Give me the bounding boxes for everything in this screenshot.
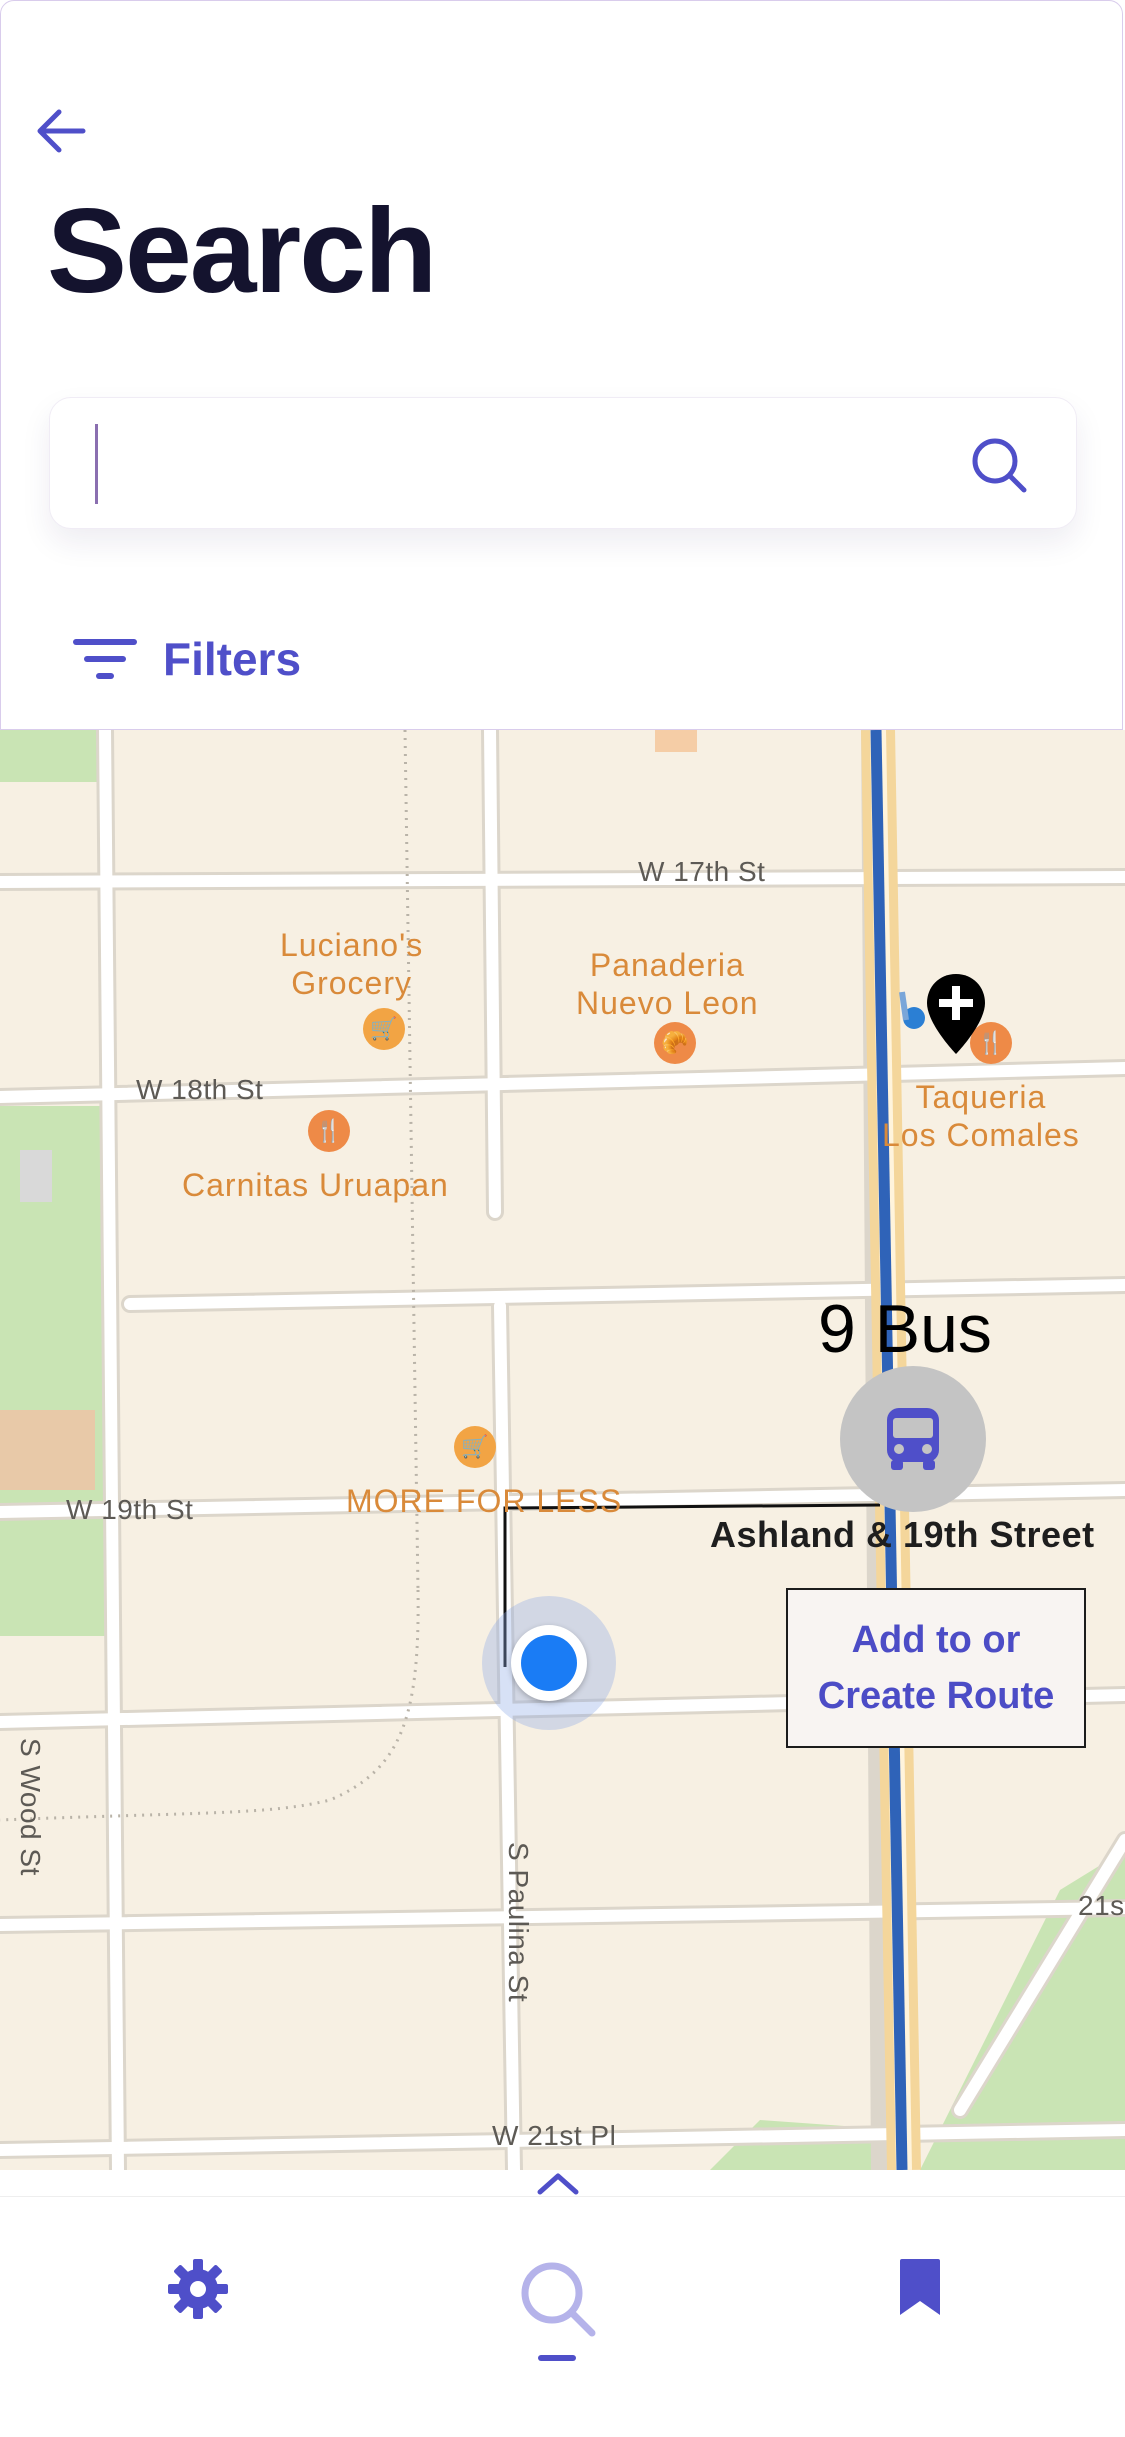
poi-label[interactable]: Panaderia Nuevo Leon [576,946,759,1022]
cart-icon[interactable]: 🛒 [363,1008,405,1050]
poi-label[interactable]: Luciano's Grocery [280,926,423,1002]
filters-label: Filters [163,633,302,685]
poi-label[interactable]: Carnitas Uruapan [182,1166,449,1204]
back-button[interactable] [31,101,91,161]
bus-stop-marker[interactable] [840,1366,986,1512]
bakery-icon[interactable]: 🥐 [654,1022,696,1064]
search-input[interactable] [90,422,954,508]
street-label: S Wood St [15,1738,46,1876]
restaurant-icon[interactable]: 🍴 [308,1110,350,1152]
expand-sheet-button[interactable] [534,2168,582,2198]
bookmark-icon [900,2259,940,2315]
poi-label[interactable]: MORE FOR LESS [346,1482,622,1520]
street-label: W 19th St [66,1494,194,1525]
nav-search[interactable] [508,2257,608,2367]
route-name: 9 Bus [818,1291,992,1367]
search-box[interactable] [49,397,1077,529]
active-tab-indicator [538,2355,576,2361]
stop-name: Ashland & 19th Street [710,1514,1095,1555]
arrow-left-icon [37,109,86,153]
search-icon [972,438,1027,493]
search-submit-button[interactable] [968,434,1030,496]
bus-icon [887,1408,939,1470]
street-label: W 17th St [638,856,766,887]
user-location-dot [511,1625,587,1701]
page-title: Search [47,184,437,318]
cart-icon[interactable]: 🛒 [454,1426,496,1468]
add-pin-icon[interactable] [924,972,988,1056]
search-header: Search Filters [0,0,1123,730]
street-label: 21s [1078,1890,1125,1921]
filter-lines-icon [73,639,137,679]
add-to-route-label: Add to or Create Route [817,1619,1055,1717]
search-icon [521,2262,596,2337]
gear-icon [168,2259,228,2319]
add-to-route-button[interactable]: Add to or Create Route [786,1588,1086,1748]
bottom-nav [0,2196,1125,2437]
nav-saved[interactable] [870,2257,970,2367]
chevron-up-icon [537,2173,579,2195]
nav-settings[interactable] [148,2257,248,2367]
street-label: W 18th St [136,1074,264,1105]
poi-label[interactable]: Taqueria Los Comales [882,1078,1080,1154]
map-view[interactable]: W 17th St W 18th St W 19th St W 21st Pl … [0,730,1125,2170]
street-label: S Paulina St [503,1842,534,2003]
street-label: W 21st Pl [492,2120,617,2151]
filters-button[interactable]: Filters [71,629,301,689]
